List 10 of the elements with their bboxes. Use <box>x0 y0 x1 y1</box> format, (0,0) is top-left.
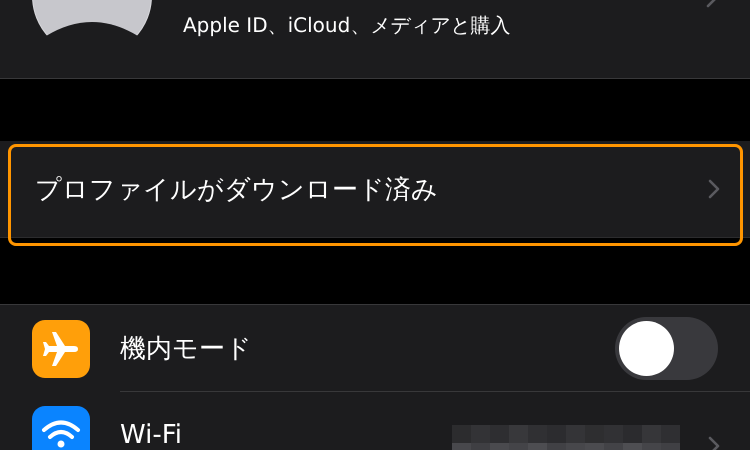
settings-row[interactable]: Wi-Fi <box>0 391 750 450</box>
chevron-icon <box>708 436 720 450</box>
chevron-icon <box>706 0 718 8</box>
profile-row[interactable]: プロファイルがダウンロード済み <box>0 141 750 238</box>
account-subtitle: Apple ID、iCloud、メディアと購入 <box>183 12 510 39</box>
airplane-icon <box>32 320 90 378</box>
settings-row[interactable]: 機内モード <box>0 305 750 391</box>
wifi-icon <box>32 406 90 450</box>
account-row[interactable]: Apple ID、iCloud、メディアと購入 <box>0 0 750 79</box>
chevron-icon <box>708 179 720 199</box>
